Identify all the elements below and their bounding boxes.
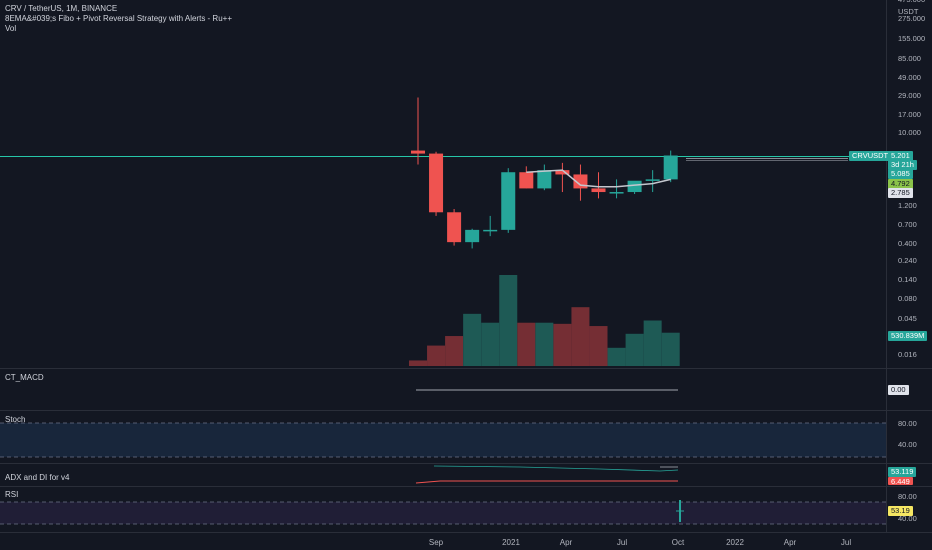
rsi-tick-40: 40.00 xyxy=(898,514,917,523)
adx-label[interactable]: ADX and DI for v4 xyxy=(5,473,69,482)
price-tick: 29.000 xyxy=(898,91,921,101)
macd-label[interactable]: CT_MACD xyxy=(5,373,44,382)
time-label: Jul xyxy=(840,538,852,547)
candle-body xyxy=(591,188,606,193)
candle-body xyxy=(411,150,425,154)
candle-body xyxy=(609,192,624,194)
volume-bar xyxy=(625,333,644,366)
strategy-legend[interactable]: 8EMA&#039;s Fibo + Pivot Reversal Strate… xyxy=(5,14,232,24)
candle-body xyxy=(537,170,552,189)
time-label: Sep xyxy=(428,538,444,547)
volume-bar xyxy=(481,322,500,366)
volume-bars xyxy=(409,275,680,366)
price-tick: 17.000 xyxy=(898,109,921,119)
volume-bar xyxy=(463,313,482,366)
price-tick: 85.000 xyxy=(898,54,921,64)
price-tick: 1.200 xyxy=(898,201,917,210)
candle-body xyxy=(663,155,678,180)
volume-bar xyxy=(643,320,662,366)
adx-line xyxy=(433,465,679,472)
stoch-tick-80: 80.00 xyxy=(898,419,917,428)
di-value-tag: 6.449 xyxy=(888,477,913,485)
countdown-tag: 3d 21h xyxy=(888,160,917,170)
macd-value-tag: 0.00 xyxy=(888,385,909,395)
chart-canvas[interactable] xyxy=(0,0,932,550)
hline-price-tag: 5.085 xyxy=(888,169,913,179)
volume-bar xyxy=(607,347,626,366)
volume-bar xyxy=(409,360,427,366)
price-tick: 0.080 xyxy=(898,294,917,304)
price-tick: 0.400 xyxy=(898,238,917,248)
time-label: 2021 xyxy=(502,538,520,547)
candle-body xyxy=(465,229,480,243)
time-label: 2022 xyxy=(726,538,744,547)
volume-bar xyxy=(445,336,464,366)
time-label: Apr xyxy=(559,538,573,547)
symbol-tag: CRVUSDT xyxy=(849,151,892,161)
candle-body xyxy=(429,153,444,213)
candle-body xyxy=(447,212,462,243)
currency-label: USDT xyxy=(898,7,919,16)
candle-body xyxy=(627,180,642,193)
time-label: Apr xyxy=(783,538,797,547)
symbol-legend[interactable]: CRV / TetherUS, 1M, BINANCE xyxy=(5,4,117,14)
volume-bar xyxy=(499,275,518,366)
volume-bar xyxy=(589,326,608,366)
volume-bar xyxy=(517,322,536,366)
price-tick: 0.045 xyxy=(898,314,917,324)
time-label: Oct xyxy=(671,538,685,547)
pivot-value-tag: 2.785 xyxy=(888,188,913,198)
candle-body xyxy=(501,172,516,230)
di-line xyxy=(415,480,678,484)
candles xyxy=(411,97,678,249)
vol-legend[interactable]: Vol xyxy=(5,24,16,34)
price-tick: 0.140 xyxy=(898,274,917,284)
price-tick: 0.016 xyxy=(898,349,917,359)
volume-bar xyxy=(535,322,554,366)
time-label: Jul xyxy=(616,538,628,547)
price-tick: 155.000 xyxy=(898,33,926,43)
candle-body xyxy=(645,179,660,181)
stoch-tick-40: 40.00 xyxy=(898,440,917,449)
candle-body xyxy=(483,229,498,232)
price-tick: 0.700 xyxy=(898,219,917,229)
price-tick: 0.240 xyxy=(898,256,917,266)
volume-bar xyxy=(571,307,590,366)
rsi-label[interactable]: RSI xyxy=(5,490,18,499)
stoch-band xyxy=(0,423,886,457)
candle-body xyxy=(519,172,534,189)
volume-bar xyxy=(427,345,446,366)
volume-bar xyxy=(661,332,680,366)
volume-bar xyxy=(553,323,572,366)
rsi-band xyxy=(0,502,886,524)
price-tick: 49.000 xyxy=(898,73,921,83)
price-tick: 10.000 xyxy=(898,128,921,137)
rsi-tick-80: 80.00 xyxy=(898,492,917,501)
stoch-label[interactable]: Stoch xyxy=(5,415,25,424)
volume-value-tag: 530.839M xyxy=(888,331,928,341)
price-tick: 475.000 xyxy=(892,0,932,4)
adx-value-tag: 53.119 xyxy=(888,467,917,477)
